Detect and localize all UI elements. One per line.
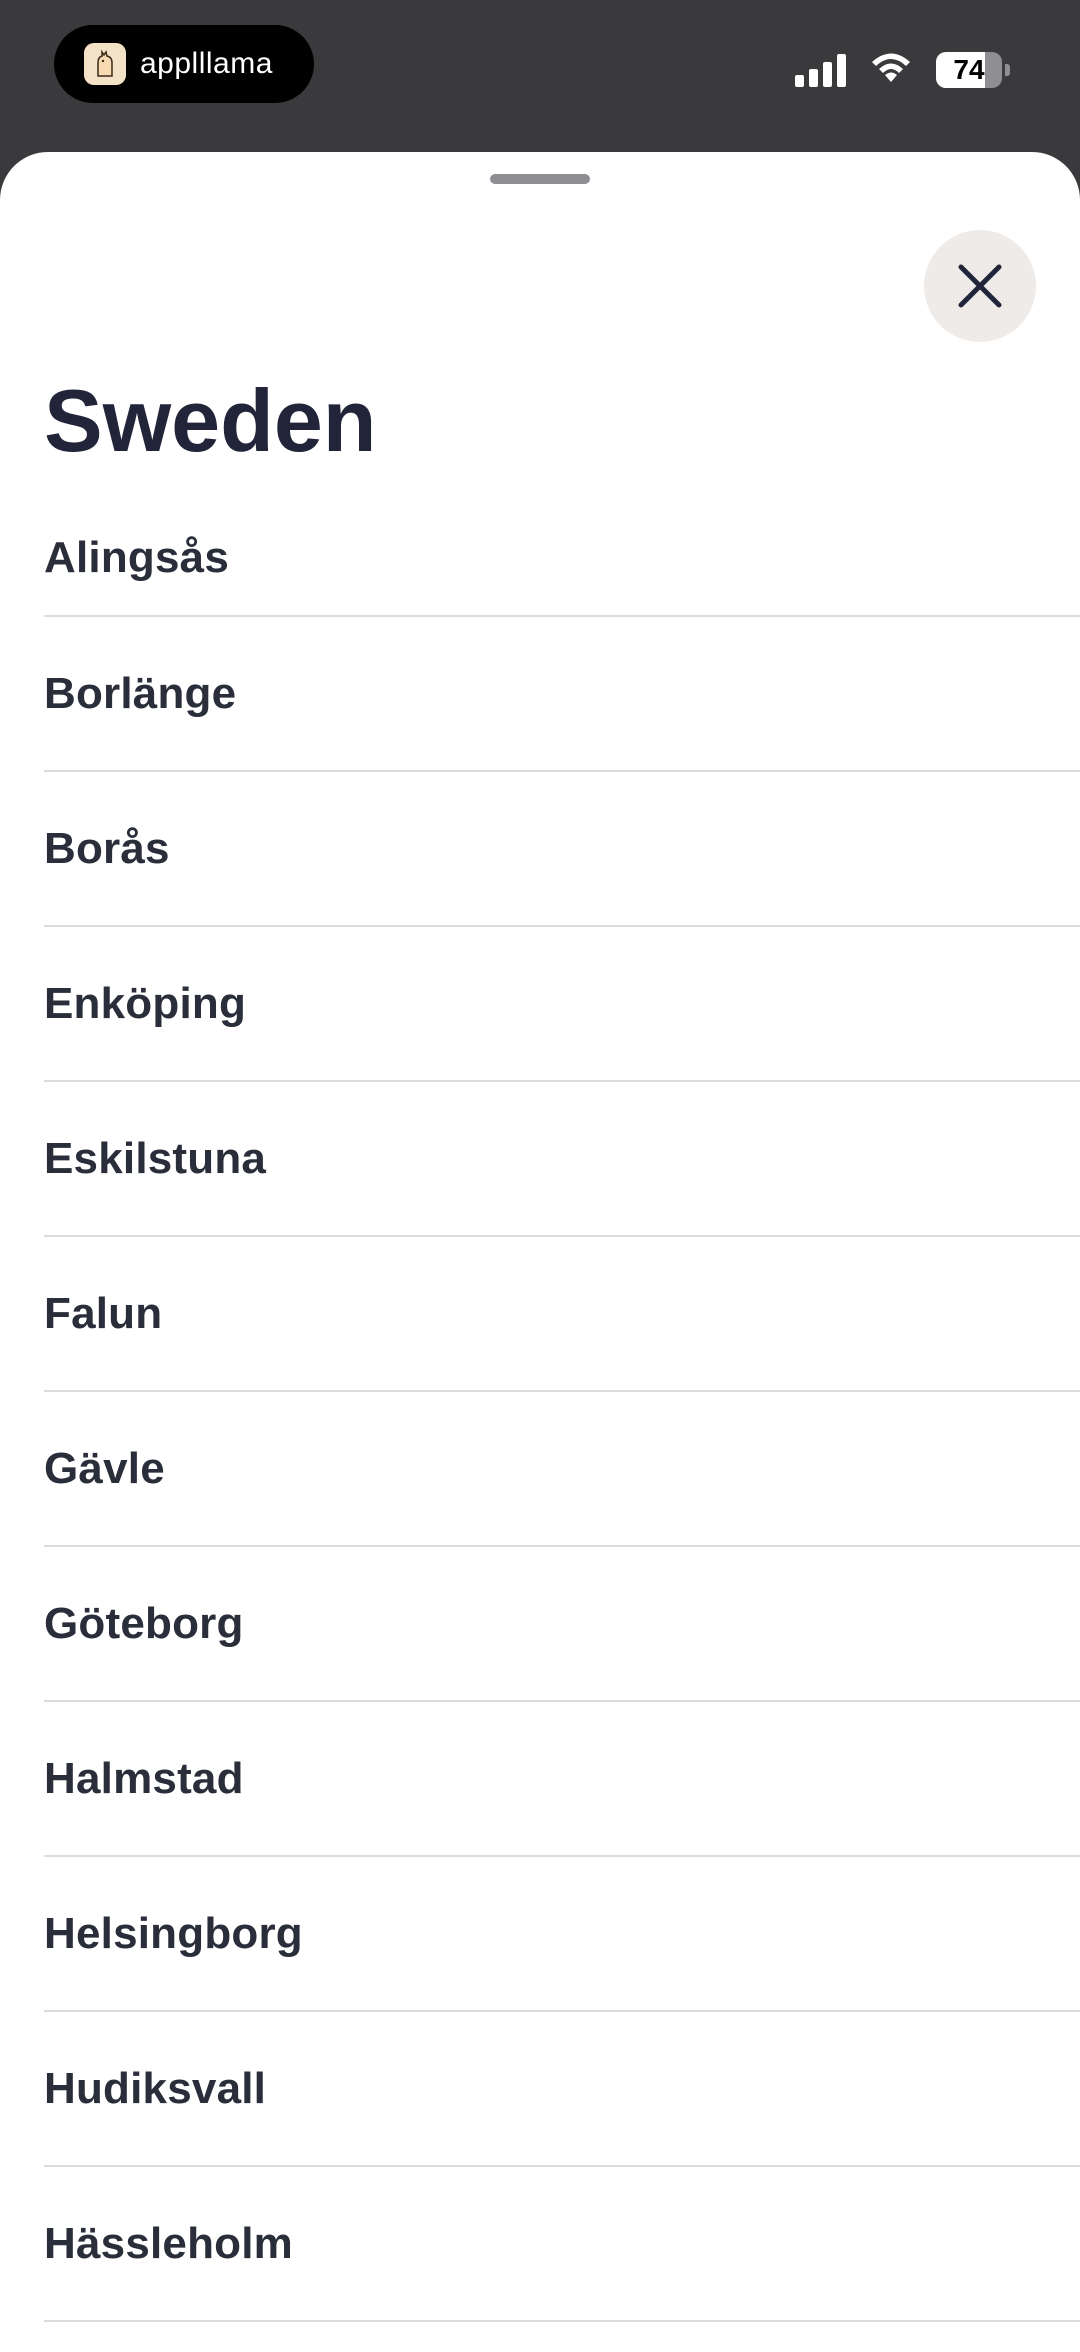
page-title: Sweden [44,371,377,470]
city-label: Hudiksvall [44,2063,267,2113]
city-label: Enköping [44,978,247,1028]
city-label: Hässleholm [44,2218,293,2268]
battery-icon: 74 [936,51,1010,89]
app-indicator-pill[interactable]: applllama [54,25,314,103]
city-label: Falun [44,1288,163,1338]
close-icon [958,264,1002,308]
list-item[interactable]: Alingsås [44,492,1080,617]
list-item[interactable]: Göteborg [44,1547,1080,1702]
list-item[interactable]: Helsingborg [44,1857,1080,2012]
list-item[interactable]: Halmstad [44,1702,1080,1857]
sheet-grabber[interactable] [490,174,590,184]
city-label: Gävle [44,1443,165,1493]
city-label: Borås [44,823,170,873]
city-label: Eskilstuna [44,1133,267,1183]
list-item[interactable]: Falun [44,1237,1080,1392]
list-item[interactable]: Gävle [44,1392,1080,1547]
city-list: Alingsås Borlänge Borås Enköping Eskilst… [44,532,1080,2322]
list-item[interactable]: Eskilstuna [44,1082,1080,1237]
list-item[interactable]: Borlänge [44,617,1080,772]
wifi-icon [868,50,914,89]
city-label: Alingsås [44,532,229,582]
app-name: applllama [140,47,273,80]
cellular-signal-icon [795,53,846,87]
battery-level: 74 [953,53,985,85]
city-label: Helsingborg [44,1908,303,1958]
status-bar: applllama 74 [0,0,1080,150]
city-picker-sheet: Sweden Alingsås Borlänge Borås Enköping … [0,152,1080,2352]
city-label: Borlänge [44,668,237,718]
list-item[interactable]: Hässleholm [44,2167,1080,2322]
list-item[interactable]: Enköping [44,927,1080,1082]
city-label: Göteborg [44,1598,244,1648]
list-item[interactable]: Borås [44,772,1080,927]
city-label: Halmstad [44,1753,244,1803]
close-button[interactable] [924,230,1036,342]
list-item[interactable]: Hudiksvall [44,2012,1080,2167]
llama-logo-icon [84,43,126,85]
